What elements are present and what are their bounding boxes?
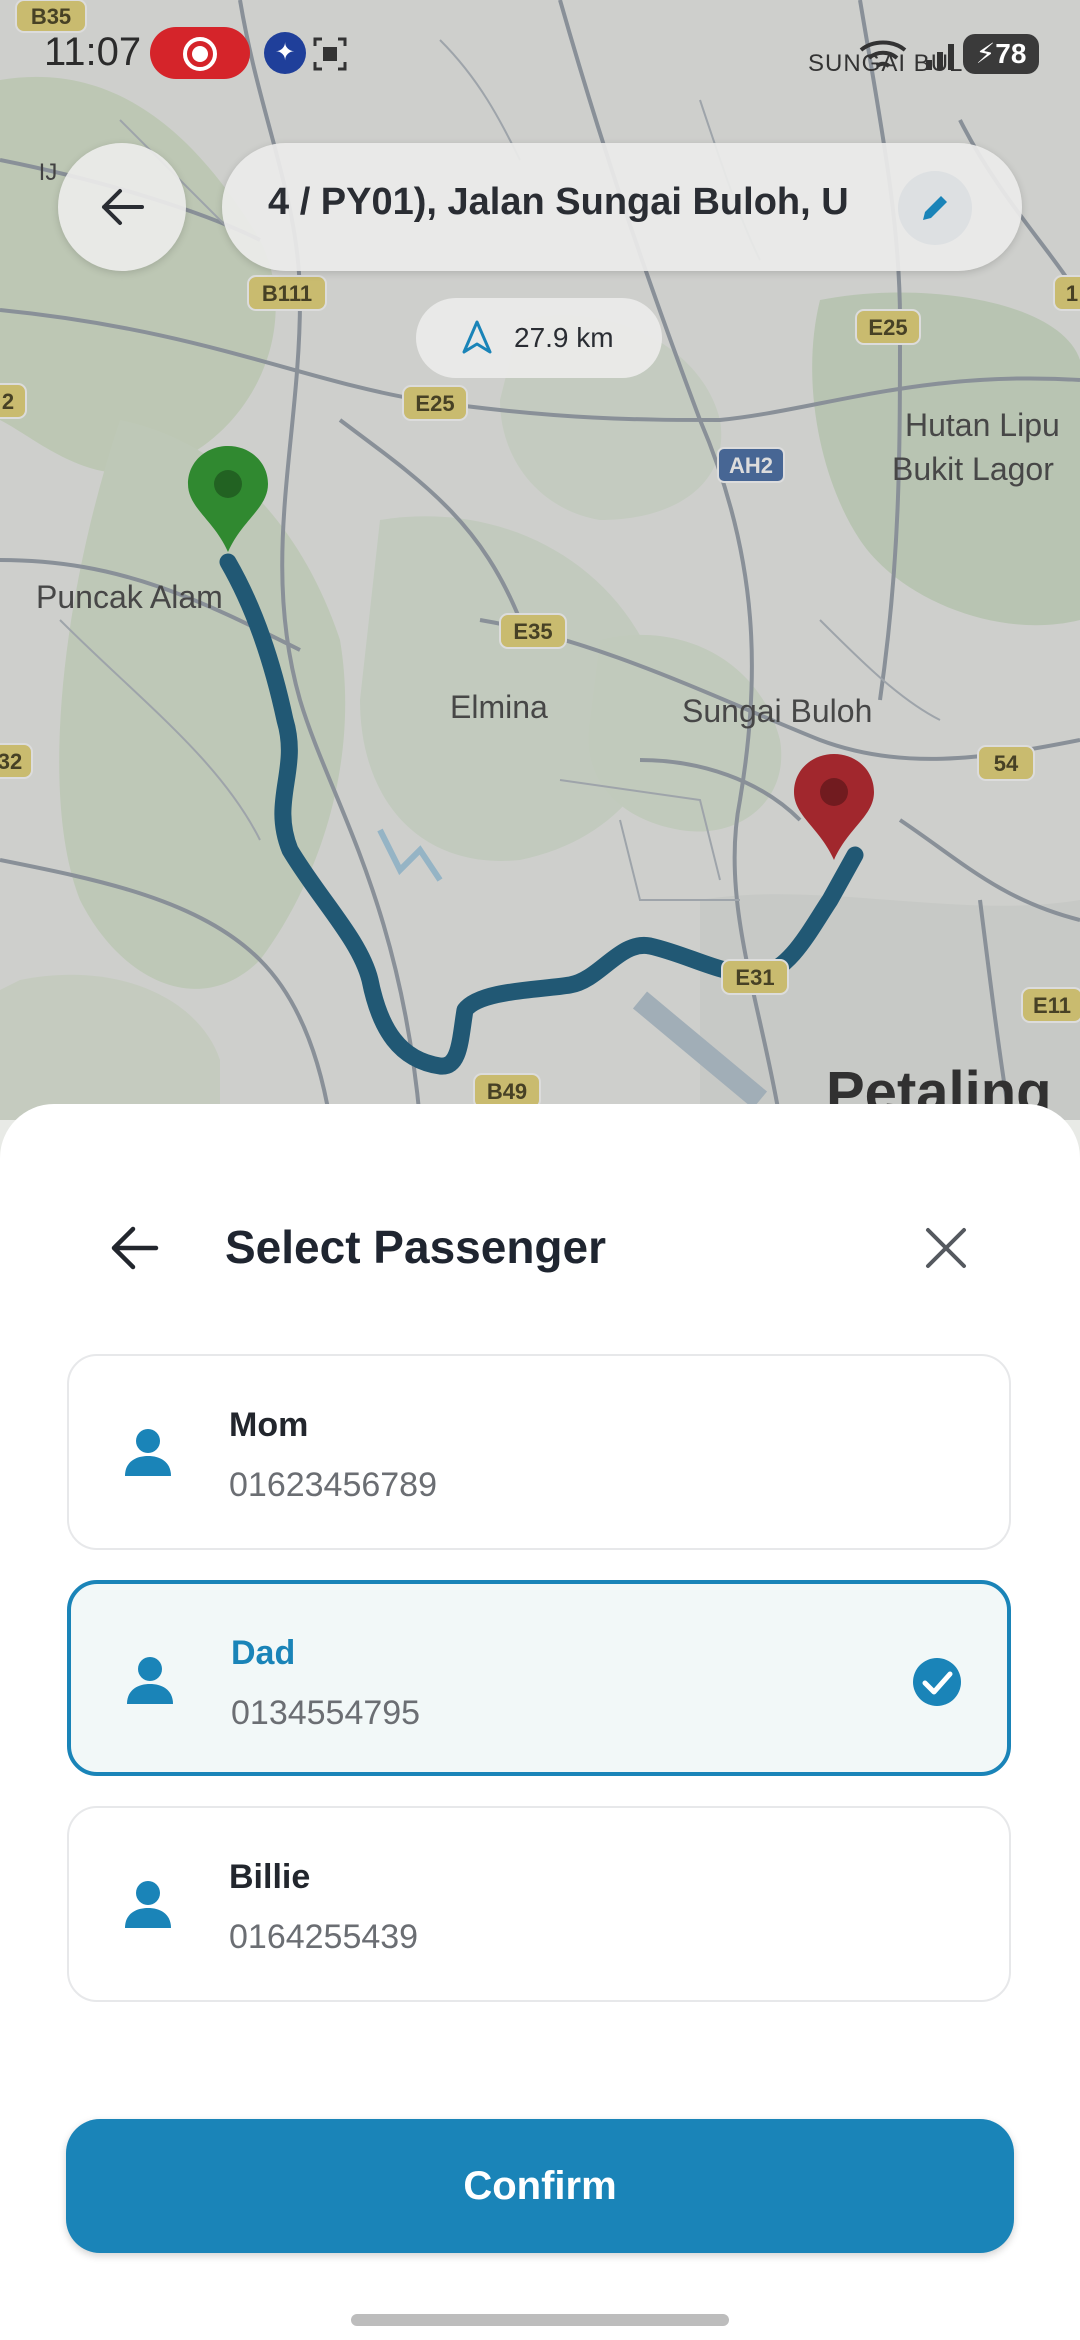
status-time: 11:07	[44, 30, 142, 74]
map-back-button[interactable]	[58, 143, 186, 271]
signal-icon	[926, 44, 954, 70]
map-label-32: 32	[0, 749, 22, 774]
passenger-card-dad[interactable]: Dad 0134554795	[67, 1580, 1011, 1776]
sheet-title: Select Passenger	[225, 1221, 607, 1273]
passenger-phone: 0164255439	[229, 1918, 419, 1956]
map-label-ah2: AH2	[729, 453, 773, 478]
map-label-b111: B111	[262, 281, 312, 306]
arrow-left-icon	[111, 1226, 159, 1270]
edit-address-button[interactable]	[898, 171, 972, 245]
battery-icon: ⚡78	[963, 34, 1039, 74]
close-icon	[926, 1228, 966, 1268]
map-label-e35: E35	[513, 619, 552, 644]
destination-address-field[interactable]: 4 / PY01), Jalan Sungai Buloh, U	[222, 143, 1022, 271]
map-label-b49: B49	[487, 1079, 527, 1104]
passenger-phone: 01623456789	[229, 1466, 438, 1504]
passenger-name: Dad	[231, 1634, 296, 1672]
app-notification-icon: ✦	[264, 32, 306, 74]
sheet-close-button[interactable]	[908, 1210, 984, 1286]
navigation-arrow-icon	[462, 320, 492, 354]
screenshot-icon	[313, 37, 347, 71]
map-label-1: 1	[1066, 281, 1078, 306]
map-label-e31: E31	[735, 965, 774, 990]
map-label-e11: E11	[1033, 993, 1071, 1018]
map-label-e25b: E25	[868, 315, 907, 340]
map-label-bukit: Bukit Lagor	[892, 451, 1054, 487]
map-label-elmina: Elmina	[450, 689, 548, 725]
person-icon	[125, 1881, 171, 1928]
wifi-icon	[859, 40, 907, 68]
map-label-hutan: Hutan Lipu	[905, 407, 1060, 443]
passenger-name: Billie	[229, 1858, 311, 1896]
person-icon	[125, 1429, 171, 1476]
person-icon	[127, 1657, 173, 1704]
pencil-icon	[923, 196, 947, 220]
map-label-54: 54	[994, 751, 1019, 776]
passenger-phone: 0134554795	[231, 1694, 421, 1732]
map-label-e25a: E25	[415, 391, 454, 416]
confirm-button[interactable]: Confirm	[66, 2119, 1014, 2253]
map-label-2: 2	[2, 389, 14, 414]
sheet-back-button[interactable]	[96, 1210, 172, 1286]
passenger-card-billie[interactable]: Billie 0164255439	[67, 1806, 1011, 2002]
passenger-name: Mom	[229, 1406, 309, 1444]
destination-address-text: 4 / PY01), Jalan Sungai Buloh, U	[268, 181, 849, 223]
check-circle-icon	[913, 1658, 961, 1706]
arrow-left-icon	[102, 189, 144, 225]
route-distance-badge: 27.9 km	[416, 298, 662, 378]
screen-record-icon[interactable]	[150, 27, 250, 79]
home-indicator[interactable]	[351, 2314, 729, 2326]
route-distance-text: 27.9 km	[514, 322, 614, 353]
map-label-puncak-alam: Puncak Alam	[36, 579, 223, 615]
passenger-card-mom[interactable]: Mom 01623456789	[67, 1354, 1011, 1550]
battery-level: 78	[995, 38, 1027, 69]
map-label-sungai-buloh: Sungai Buloh	[682, 693, 872, 729]
status-bar: 11:07 ✦ SUNGAI BUL ⚡78	[0, 0, 1080, 110]
map-label-ij: IJ	[39, 159, 58, 186]
